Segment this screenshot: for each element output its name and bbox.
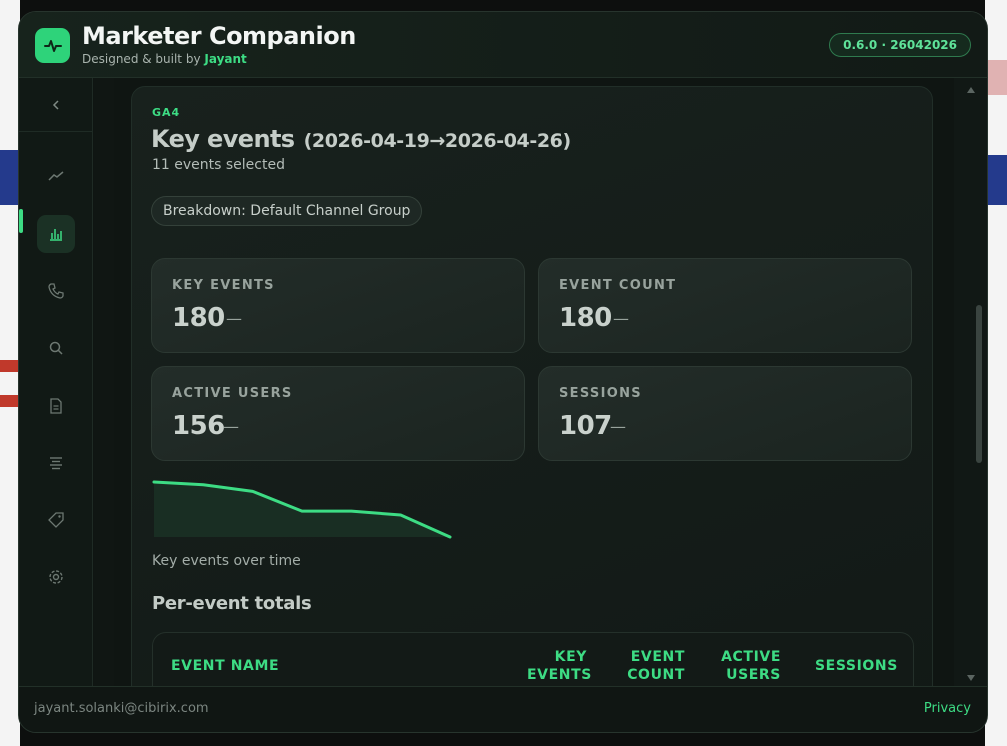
column-header-line: KEY (554, 649, 587, 665)
sparkline-area (154, 482, 450, 537)
page-title-text: Key events (151, 125, 295, 153)
column-header-key-events[interactable]: KEY EVENTS (527, 648, 592, 684)
column-header-event-name[interactable]: EVENT NAME (171, 657, 279, 675)
gear-icon (49, 570, 63, 584)
page-title: Key events (2026-04-19→2026-04-26) (151, 125, 571, 153)
phone-icon (48, 283, 64, 299)
sidebar-item-trends[interactable] (37, 157, 75, 195)
align-center-icon (50, 457, 62, 470)
column-header-line: USERS (726, 667, 781, 683)
metric-label: SESSIONS (559, 386, 642, 401)
sidebar-nav (19, 78, 93, 686)
metric-value: 180 (172, 303, 225, 333)
column-header-event-count[interactable]: EVENT COUNT (623, 648, 685, 684)
version-badge: 0.6.0 · 26042026 (829, 33, 971, 57)
sidebar-item-content[interactable] (37, 444, 75, 482)
main-content: GA4 Key events (2026-04-19→2026-04-26) 1… (114, 78, 954, 686)
bar-chart-icon (50, 229, 62, 241)
app-title: Marketer Companion (82, 22, 356, 50)
column-header-line: SESSIONS (815, 658, 898, 674)
per-event-section-title: Per-event totals (152, 593, 312, 614)
document-icon (50, 398, 62, 414)
scroll-thumb[interactable] (976, 305, 982, 463)
column-header-active-users[interactable]: ACTIVE USERS (719, 648, 781, 684)
credit-prefix: Designed & built by (82, 52, 201, 66)
footer-bar: jayant.solanki@cibirix.com Privacy (19, 686, 987, 732)
privacy-link[interactable]: Privacy (924, 701, 971, 716)
column-header-sessions[interactable]: SESSIONS (815, 657, 898, 675)
column-header-line: EVENT NAME (171, 658, 280, 674)
column-header-line: EVENTS (527, 667, 592, 683)
background-window-right (985, 0, 1007, 746)
background-window-left (0, 0, 20, 746)
column-header-line: ACTIVE (721, 649, 781, 665)
metric-card-sessions: SESSIONS 107 — (538, 366, 912, 461)
scroll-down-arrow-icon[interactable] (966, 674, 976, 682)
metric-label: EVENT COUNT (559, 278, 677, 293)
scroll-up-arrow-icon[interactable] (966, 86, 976, 94)
key-events-card: GA4 Key events (2026-04-19→2026-04-26) 1… (131, 86, 933, 686)
metric-delta: — (226, 309, 242, 328)
metric-delta: — (610, 417, 626, 436)
search-icon (49, 341, 63, 355)
active-indicator (19, 209, 23, 233)
selection-summary: 11 events selected (152, 157, 285, 173)
sidebar-item-tags[interactable] (37, 501, 75, 539)
sidebar-item-key-events[interactable] (37, 215, 75, 253)
metric-value: 180 (559, 303, 612, 333)
column-header-line: EVENT (630, 649, 685, 665)
metric-label: ACTIVE USERS (172, 386, 293, 401)
title-bar: Marketer Companion Designed & built by J… (19, 12, 987, 78)
sidebar-item-search[interactable] (37, 329, 75, 367)
sparkline-caption: Key events over time (152, 553, 301, 569)
source-label: GA4 (152, 106, 181, 119)
pulse-logo-icon (35, 28, 70, 63)
metric-card-event-count: EVENT COUNT 180 — (538, 258, 912, 353)
sidebar-item-settings[interactable] (37, 558, 75, 596)
date-range: (2026-04-19→2026-04-26) (303, 130, 572, 152)
metric-label: KEY EVENTS (172, 278, 275, 293)
metric-delta: — (223, 417, 239, 436)
metric-card-active-users: ACTIVE USERS 156 — (151, 366, 525, 461)
key-events-sparkline (152, 480, 452, 539)
sidebar-item-calls[interactable] (37, 272, 75, 310)
metric-value: 156 (172, 411, 225, 441)
metric-delta: — (613, 309, 629, 328)
collapse-sidebar-button[interactable] (19, 78, 93, 132)
metric-card-key-events: KEY EVENTS 180 — (151, 258, 525, 353)
per-event-table: EVENT NAME KEY EVENTS EVENT COUNT ACTIVE… (152, 632, 914, 686)
sidebar-item-reports[interactable] (37, 387, 75, 425)
content-gutter (94, 78, 114, 686)
author-name: Jayant (204, 52, 247, 66)
vertical-scrollbar[interactable] (954, 78, 987, 686)
column-header-line: COUNT (627, 667, 685, 683)
metric-value: 107 (559, 411, 612, 441)
tag-icon (48, 512, 64, 528)
app-credit: Designed & built by Jayant (82, 52, 247, 66)
chevron-left-icon (52, 99, 59, 110)
user-email: jayant.solanki@cibirix.com (34, 701, 209, 716)
breakdown-chip[interactable]: Breakdown: Default Channel Group (151, 196, 423, 226)
trend-line-icon (48, 171, 64, 181)
app-window: Marketer Companion Designed & built by J… (18, 11, 988, 733)
